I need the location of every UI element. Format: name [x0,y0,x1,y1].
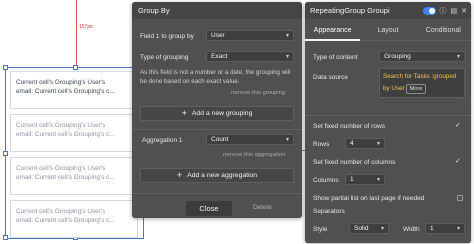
add-aggregation-button[interactable]: + Add a new aggregation [140,168,294,183]
chevron-down-icon: ▾ [285,137,289,143]
aggregation-value: Count [211,136,229,143]
separator-style-value: Solid [354,225,369,232]
list-item[interactable]: Current cell's Grouping's User's email: … [10,114,138,152]
delete-link[interactable]: Delete [253,204,272,211]
list-item[interactable]: Current cell's Grouping's User's email: … [10,71,138,109]
element-name[interactable]: RepeatingGroup Groupi [310,6,400,15]
tab-conditional[interactable]: Conditional [415,21,471,41]
separator-style-dropdown[interactable]: Solid ▾ [349,223,389,234]
comment-icon[interactable]: ▤ [451,7,458,15]
section-divider [132,129,302,130]
tab-appearance[interactable]: Appearance [305,21,361,41]
popup-title: Group By [138,6,170,15]
cell-text-line: email: Current cell's Grouping's c... [16,217,115,224]
tab-layout[interactable]: Layout [360,21,416,41]
cell-text-line: Current cell's Grouping's User's [16,79,106,86]
field-dropdown-value: User [211,32,225,39]
separator-style-label: Style [313,226,328,233]
add-grouping-button[interactable]: + Add a new grouping [140,106,294,121]
chevron-down-icon: ▾ [456,54,460,60]
grouping-hint: As this field is not a number or a date,… [140,69,291,85]
add-grouping-label: Add a new grouping [191,110,253,117]
field-label: Field 1 to group by [140,33,194,40]
list-item[interactable]: Current cell's Grouping's User's email: … [10,157,138,195]
visibility-toggle[interactable] [422,6,436,15]
cell-text-line: Current cell's Grouping's User's [16,208,106,215]
grouping-type-label: Type of grouping [140,54,189,61]
data-source-label: Data source [313,74,349,81]
separator-width-dropdown[interactable]: 1 ▾ [425,223,465,234]
rows-label: Rows [313,141,330,148]
grouping-type-dropdown[interactable]: Exact ▾ [206,51,294,62]
data-source-expression[interactable]: Search for Tasks :grouped by User More [379,68,465,98]
resize-handle[interactable] [3,235,8,240]
plus-icon: + [181,108,187,118]
columns-value: 1 [350,176,354,183]
resize-handle[interactable] [73,65,78,70]
property-editor: RepeatingGroup Groupi ⓘ ▤ ✕ Appearance L… [305,2,471,243]
close-button[interactable]: Close [186,201,232,216]
columns-dropdown[interactable]: 1 ▾ [345,174,385,185]
plus-icon: + [176,170,183,180]
remove-grouping-link[interactable]: remove this grouping [231,90,285,96]
data-source-text: Search for Tasks :grouped [383,73,457,80]
resize-handle[interactable] [3,151,8,156]
cell-text-line: email: Current cell's Grouping's c... [16,131,115,138]
add-aggregation-label: Add a new aggregation [187,172,258,179]
content-type-dropdown[interactable]: Grouping ▾ [379,51,465,62]
fixed-columns-checkbox[interactable]: ✓ [455,157,461,165]
chevron-down-icon: ▾ [285,33,289,39]
partial-list-label: Show partial list on last page if needed [313,195,425,202]
data-source-text: by User [383,85,405,92]
info-icon[interactable]: ⓘ [440,6,447,16]
close-icon[interactable]: ✕ [461,7,467,15]
repeating-group[interactable]: Current cell's Grouping's User's email: … [3,65,144,240]
aggregation-dropdown[interactable]: Count ▾ [206,134,294,145]
cell-text-line: email: Current cell's Grouping's c... [16,174,115,181]
cell-text-line: Current cell's Grouping's User's [16,165,106,172]
aggregation-label: Aggregation 1 [142,137,183,144]
editor-header: RepeatingGroup Groupi ⓘ ▤ ✕ [305,2,471,19]
rows-value: 4 [350,140,354,147]
more-button[interactable]: More [406,84,426,94]
rows-dropdown[interactable]: 4 ▾ [345,138,385,149]
separator-width-value: 1 [430,225,434,232]
chevron-down-icon: ▾ [456,226,460,232]
fixed-rows-checkbox[interactable]: ✓ [455,121,461,129]
columns-label: Columns [313,177,339,184]
chevron-down-icon: ▾ [380,226,384,232]
group-by-popup: Group By Field 1 to group by User ▾ Type… [132,2,302,218]
list-item[interactable]: Current cell's Grouping's User's email: … [10,200,138,238]
distance-guide-line [76,0,77,66]
fixed-columns-label: Set fixed number of columns [313,159,396,166]
distance-guide-label: 157px [79,24,93,30]
chevron-down-icon: ▾ [376,177,380,183]
fixed-rows-label: Set fixed number of rows [313,123,385,130]
grouping-type-value: Exact [211,53,228,60]
cell-text-line: Current cell's Grouping's User's [16,122,106,129]
section-divider [132,193,302,194]
field-dropdown[interactable]: User ▾ [206,30,294,41]
resize-handle[interactable] [3,65,8,70]
separator-width-label: Width [403,226,420,233]
separators-label: Separators [313,208,345,215]
chevron-down-icon: ▾ [285,54,289,60]
editor-tabs: Appearance Layout Conditional [305,21,471,41]
chevron-down-icon: ▾ [376,141,380,147]
partial-list-checkbox[interactable] [457,195,463,201]
header-icons: ⓘ ▤ ✕ [422,6,467,16]
content-type-value: Grouping [384,53,411,60]
remove-aggregation-link[interactable]: remove this aggregation [223,152,285,158]
popup-header: Group By [132,2,302,19]
section-divider [305,115,471,116]
content-type-label: Type of content [313,54,358,61]
cell-text-line: email: Current cell's Grouping's c... [16,88,115,95]
